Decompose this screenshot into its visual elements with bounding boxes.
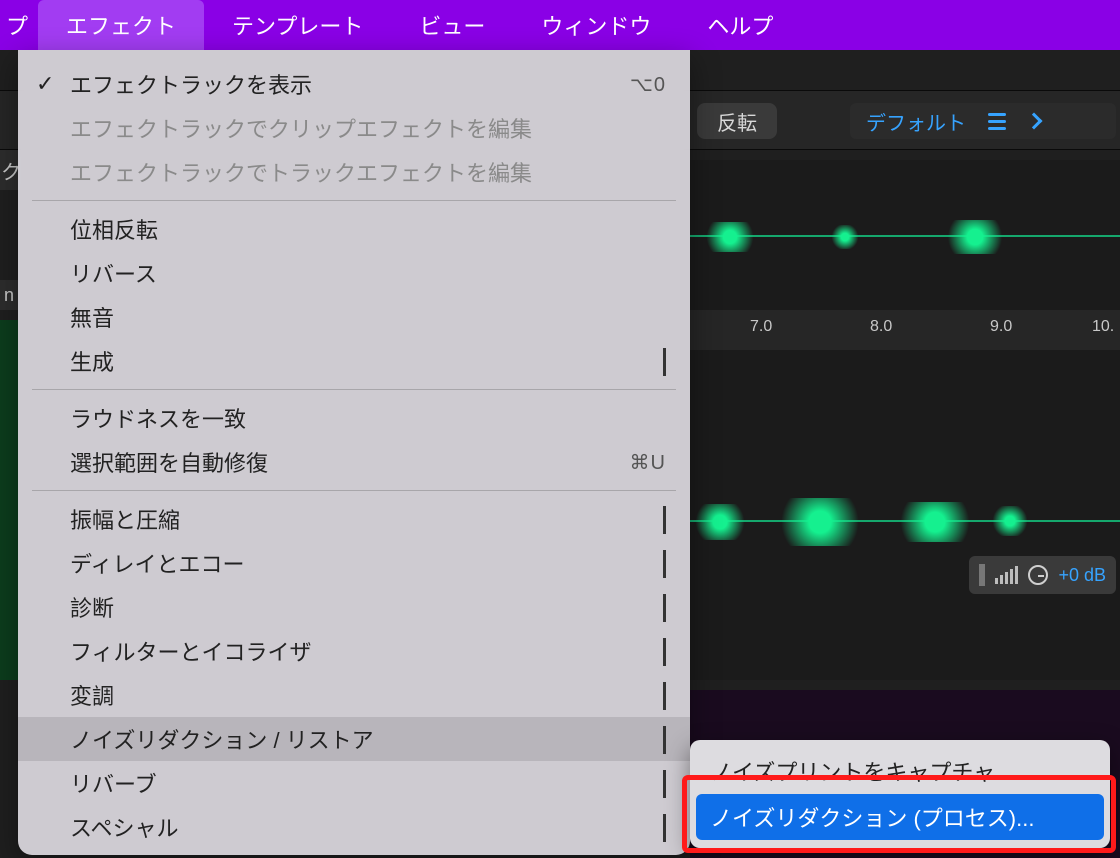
time-ruler[interactable]: 7.0 8.0 9.0 10. [690,310,1120,350]
waveform-overview[interactable] [690,160,1120,310]
grip-icon [979,564,985,586]
chevron-right-icon [663,770,666,796]
menu-edit-track-fx: エフェクトラックでトラックエフェクトを編集 [18,150,690,194]
submenu-capture-noise-print[interactable]: ノイズプリントをキャプチャ [690,748,1110,794]
menu-item-effects[interactable]: エフェクト [38,0,204,50]
menu-icon [988,113,1006,130]
menu-silence[interactable]: 無音 [18,295,690,339]
waveform-main[interactable] [690,350,1120,680]
menu-amplitude[interactable]: 振幅と圧縮 [18,497,690,541]
sidebar-track [0,320,18,680]
menubar: プ エフェクト テンプレート ビュー ウィンドウ ヘルプ [0,0,1120,50]
shortcut-label: ⌘U [630,450,666,475]
menu-auto-heal[interactable]: 選択範囲を自動修復 ⌘U [18,440,690,484]
invert-button[interactable]: 反転 [697,103,777,139]
menu-separator [32,200,676,201]
chevron-right-icon [663,348,666,374]
menu-item-templates[interactable]: テンプレート [204,0,391,50]
check-icon: ✓ [36,71,54,97]
chevron-right-icon [663,550,666,576]
ruler-tick: 7.0 [750,318,772,336]
menu-invert-phase[interactable]: 位相反転 [18,207,690,251]
chevron-right-icon [663,638,666,664]
menu-item-partial[interactable]: プ [0,0,38,50]
menu-noise-reduction[interactable]: ノイズリダクション / リストア [18,717,690,761]
menu-separator [32,490,676,491]
chevron-right-icon [663,814,666,840]
menu-edit-clip-fx: エフェクトラックでクリップエフェクトを編集 [18,106,690,150]
effects-dropdown: ✓ エフェクトラックを表示 ⌥0 エフェクトラックでクリップエフェクトを編集 エ… [18,50,690,855]
volume-widget[interactable]: +0 dB [969,556,1116,594]
menu-separator [32,389,676,390]
menu-item-window[interactable]: ウィンドウ [513,0,679,50]
ruler-tick: 9.0 [990,318,1012,336]
shortcut-label: ⌥0 [630,72,666,97]
volume-value: +0 dB [1058,565,1106,586]
menu-item-view[interactable]: ビュー [391,0,513,50]
menu-reverb[interactable]: リバーブ [18,761,690,805]
preset-selector[interactable]: デフォルト [850,103,1116,139]
chevron-right-icon [663,726,666,752]
chevron-right-icon [663,506,666,532]
menu-delay-echo[interactable]: ディレイとエコー [18,541,690,585]
menu-item-help[interactable]: ヘルプ [679,0,801,50]
chevron-right-icon [663,594,666,620]
level-icon [995,566,1018,584]
chevron-right-icon [1026,113,1043,130]
ruler-tick: 10. [1092,318,1114,336]
menu-modulation[interactable]: 変調 [18,673,690,717]
menu-reverse[interactable]: リバース [18,251,690,295]
menu-generate[interactable]: 生成 [18,339,690,383]
menu-show-effect-rack[interactable]: ✓ エフェクトラックを表示 ⌥0 [18,62,690,106]
clock-icon [1028,565,1048,585]
preset-label: デフォルト [866,107,966,136]
menu-match-loudness[interactable]: ラウドネスを一致 [18,396,690,440]
ruler-tick: 8.0 [870,318,892,336]
menu-filter-eq[interactable]: フィルターとイコライザ [18,629,690,673]
sidebar-fragment: n [0,280,18,310]
submenu-noise-reduction-process[interactable]: ノイズリダクション (プロセス)... [696,794,1104,840]
menu-diagnostics[interactable]: 診断 [18,585,690,629]
noise-reduction-submenu: ノイズプリントをキャプチャ ノイズリダクション (プロセス)... [690,740,1110,848]
menu-special[interactable]: スペシャル [18,805,690,849]
chevron-right-icon [663,682,666,708]
